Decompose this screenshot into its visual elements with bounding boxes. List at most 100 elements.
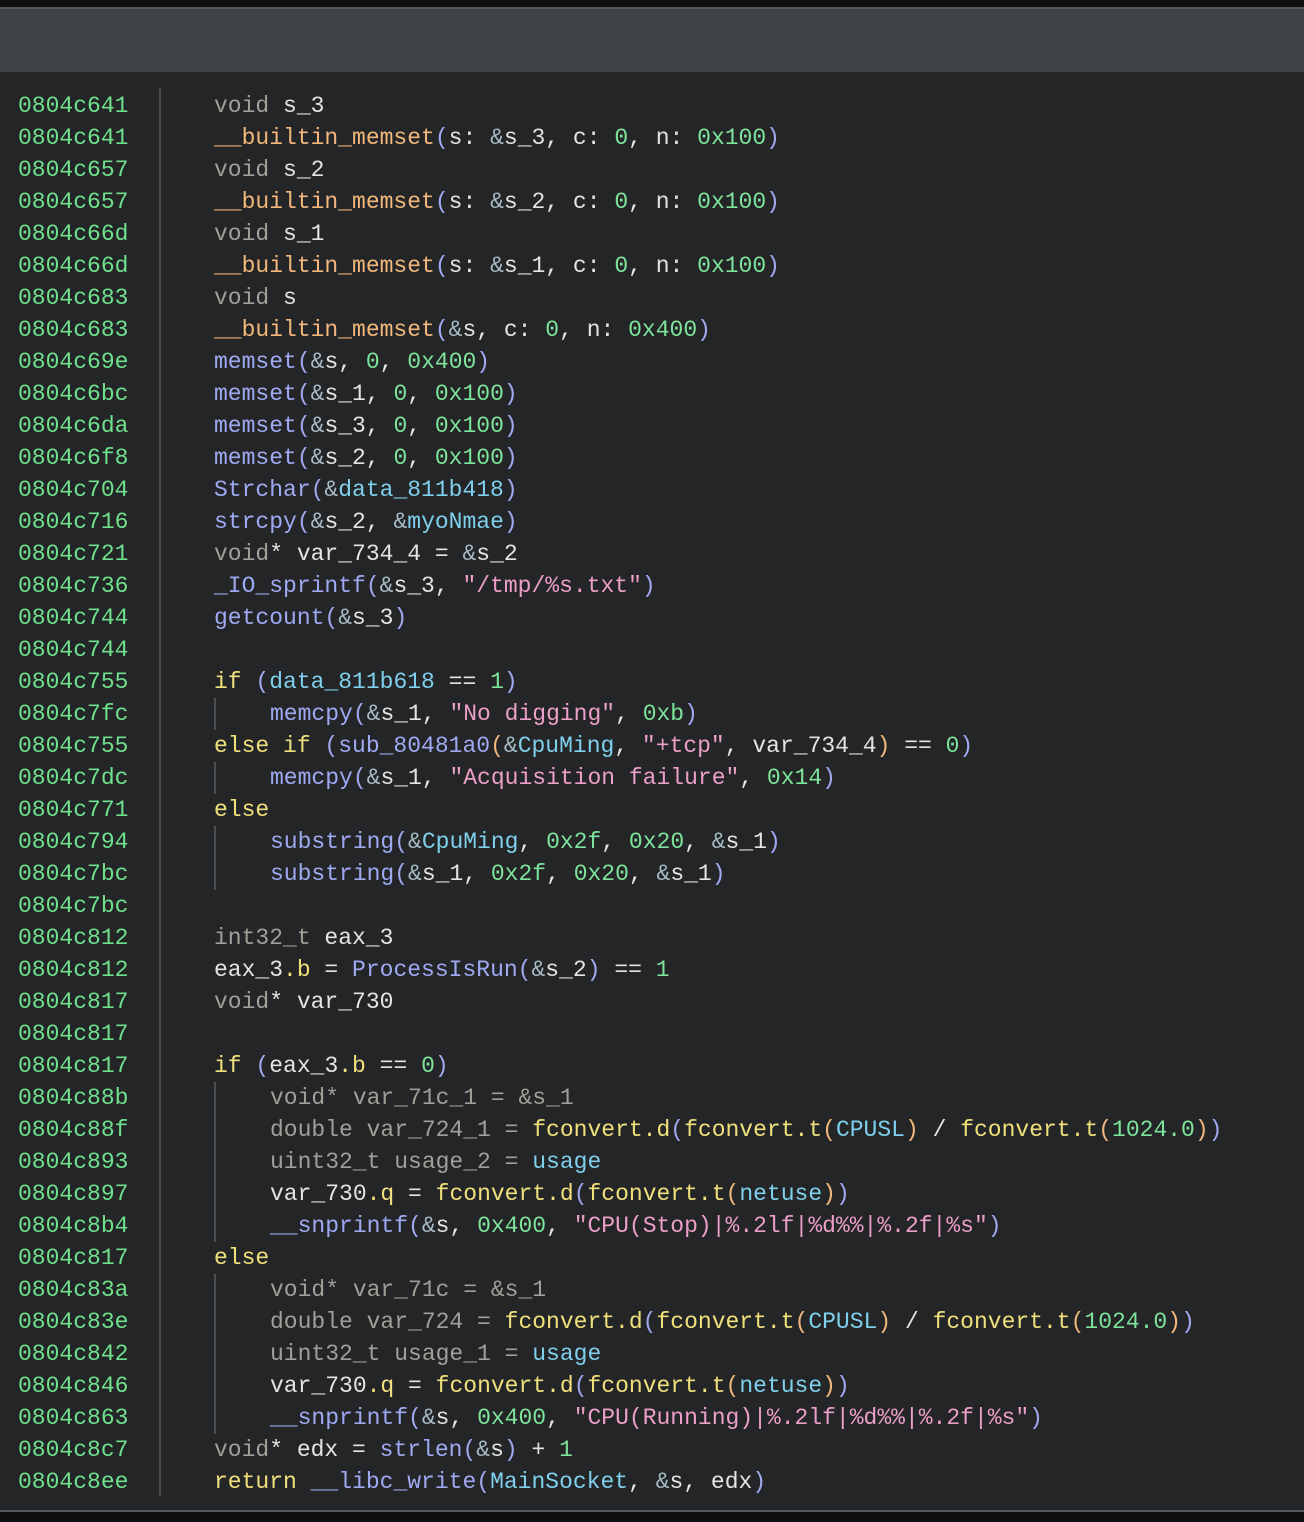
line-code[interactable]: __snprintf(&s, 0x400, "CPU(Running)|%.2l… — [270, 1402, 1043, 1434]
string-token[interactable]: "Acquisition failure" — [449, 765, 739, 791]
operator-token[interactable]: & — [449, 317, 463, 343]
type-token[interactable]: int32_t — [214, 925, 324, 951]
operator-token[interactable]: & — [462, 541, 476, 567]
line-address[interactable]: 0804c7dc — [18, 762, 128, 794]
function-token[interactable]: __libc_write( — [311, 1469, 490, 1495]
function-token[interactable]: strlen( — [380, 1437, 477, 1463]
operator-token[interactable]: & — [656, 1469, 670, 1495]
line-address[interactable]: 0804c8b4 — [18, 1210, 128, 1242]
builtin-token[interactable]: ) — [905, 1117, 919, 1143]
line-address[interactable]: 0804c755 — [18, 666, 128, 698]
identifier-token[interactable]: s_1 — [726, 829, 767, 855]
operator-token[interactable]: & — [367, 701, 381, 727]
type-token[interactable]: void — [214, 93, 283, 119]
line-address[interactable]: 0804c817 — [18, 1050, 128, 1082]
function-token[interactable]: ) — [504, 445, 518, 471]
function-token[interactable]: memset( — [214, 413, 311, 439]
line-address[interactable]: 0804c83a — [18, 1274, 128, 1306]
function-token[interactable]: memset( — [214, 349, 311, 375]
line-code[interactable]: void s_2 — [214, 154, 324, 186]
line-address[interactable]: 0804c88b — [18, 1082, 128, 1114]
line-code[interactable]: else if (sub_80481a0(&CpuMing, "+tcp", v… — [214, 730, 973, 762]
number-token[interactable]: 0x100 — [697, 189, 766, 215]
function-token[interactable]: ) — [767, 829, 781, 855]
number-token[interactable]: 0 — [393, 413, 407, 439]
function-token[interactable]: ) — [836, 1373, 850, 1399]
global-token[interactable]: CpuMing — [422, 829, 519, 855]
line-code[interactable]: return __libc_write(MainSocket, &s, edx) — [214, 1466, 766, 1498]
keyword-token[interactable]: else if — [214, 733, 324, 759]
identifier-token[interactable]: , — [546, 1405, 574, 1431]
identifier-token[interactable]: , var_734_4 — [725, 733, 877, 759]
function-token[interactable]: ) — [504, 509, 518, 535]
line-address[interactable]: 0804c704 — [18, 474, 128, 506]
line-address[interactable]: 0804c6f8 — [18, 442, 128, 474]
identifier-token[interactable]: == — [890, 733, 945, 759]
identifier-token[interactable]: , — [518, 829, 546, 855]
identifier-token[interactable]: s, — [436, 1405, 477, 1431]
line-code[interactable]: else — [214, 794, 269, 826]
identifier-token[interactable]: , — [601, 829, 629, 855]
operator-token[interactable]: & — [393, 509, 407, 535]
identifier-token[interactable]: , — [628, 1469, 656, 1495]
identifier-token[interactable]: s_1, — [422, 861, 491, 887]
line-address[interactable]: 0804c716 — [18, 506, 128, 538]
identifier-token[interactable]: s, edx — [670, 1469, 753, 1495]
builtin-token[interactable]: ( — [1071, 1309, 1085, 1335]
operator-token[interactable]: & — [338, 605, 352, 631]
line-code[interactable]: else — [214, 1242, 269, 1274]
identifier-token[interactable]: s, — [436, 1213, 477, 1239]
line-code[interactable]: void s — [214, 282, 297, 314]
number-token[interactable]: 0x400 — [407, 349, 476, 375]
type-token[interactable]: void — [214, 1437, 269, 1463]
keyword-token[interactable]: if — [214, 1053, 255, 1079]
operator-token[interactable]: & — [311, 413, 325, 439]
identifier-token[interactable]: , — [407, 381, 435, 407]
identifier-token[interactable]: = — [311, 957, 352, 983]
line-address[interactable]: 0804c771 — [18, 794, 128, 826]
type-token[interactable]: double var_724_1 = — [270, 1117, 532, 1143]
identifier-token[interactable]: , — [739, 765, 767, 791]
type-token[interactable]: void — [214, 221, 283, 247]
line-address[interactable]: 0804c7bc — [18, 890, 128, 922]
identifier-token[interactable]: s, — [324, 349, 365, 375]
operator-token[interactable]: & — [476, 1437, 490, 1463]
string-token[interactable]: "CPU(Stop)|%.2lf|%d%%|%.2f|%s" — [574, 1213, 988, 1239]
line-code[interactable]: eax_3.b = ProcessIsRun(&s_2) == 1 — [214, 954, 670, 986]
builtin-token[interactable]: __builtin_memset — [214, 125, 435, 151]
keyword-token[interactable]: .b — [338, 1053, 366, 1079]
number-token[interactable]: 0x100 — [435, 445, 504, 471]
function-token[interactable]: ) — [684, 701, 698, 727]
line-code[interactable]: memcpy(&s_1, "No digging", 0xb) — [270, 698, 698, 730]
identifier-token[interactable]: * edx = — [269, 1437, 379, 1463]
type-token[interactable]: void* var_71c_1 = &s_1 — [270, 1085, 574, 1111]
identifier-token[interactable]: s_1 — [670, 861, 711, 887]
keyword-token[interactable]: fconvert.t — [684, 1117, 822, 1143]
identifier-token[interactable]: s_3, c: — [504, 125, 614, 151]
line-code[interactable]: if (eax_3.b == 0) — [214, 1050, 449, 1082]
keyword-token[interactable]: .b — [283, 957, 311, 983]
line-address[interactable]: 0804c812 — [18, 922, 128, 954]
line-address[interactable]: 0804c683 — [18, 314, 128, 346]
number-token[interactable]: 0 — [366, 349, 380, 375]
line-code[interactable]: var_730.q = fconvert.d(fconvert.t(netuse… — [270, 1178, 850, 1210]
number-token[interactable]: 0x2f — [491, 861, 546, 887]
builtin-token[interactable]: ( — [726, 1373, 740, 1399]
function-token[interactable]: _IO_sprintf( — [214, 573, 380, 599]
line-code[interactable]: getcount(&s_3) — [214, 602, 407, 634]
identifier-token[interactable]: s_2, c: — [504, 189, 614, 215]
function-token[interactable]: ) — [504, 477, 518, 503]
identifier-token[interactable]: , — [407, 445, 435, 471]
line-address[interactable]: 0804c66d — [18, 218, 128, 250]
identifier-token[interactable]: , — [614, 733, 642, 759]
operator-token[interactable]: & — [490, 253, 504, 279]
keyword-token[interactable]: return — [214, 1469, 311, 1495]
number-token[interactable]: 0 — [421, 1053, 435, 1079]
number-token[interactable]: 0 — [614, 253, 628, 279]
identifier-token[interactable]: / — [919, 1117, 960, 1143]
function-token[interactable]: ) — [712, 861, 726, 887]
line-address[interactable]: 0804c7bc — [18, 858, 128, 890]
global-token[interactable]: usage — [532, 1341, 601, 1367]
identifier-token[interactable]: eax_3 — [269, 1053, 338, 1079]
function-token[interactable]: ( — [435, 253, 449, 279]
